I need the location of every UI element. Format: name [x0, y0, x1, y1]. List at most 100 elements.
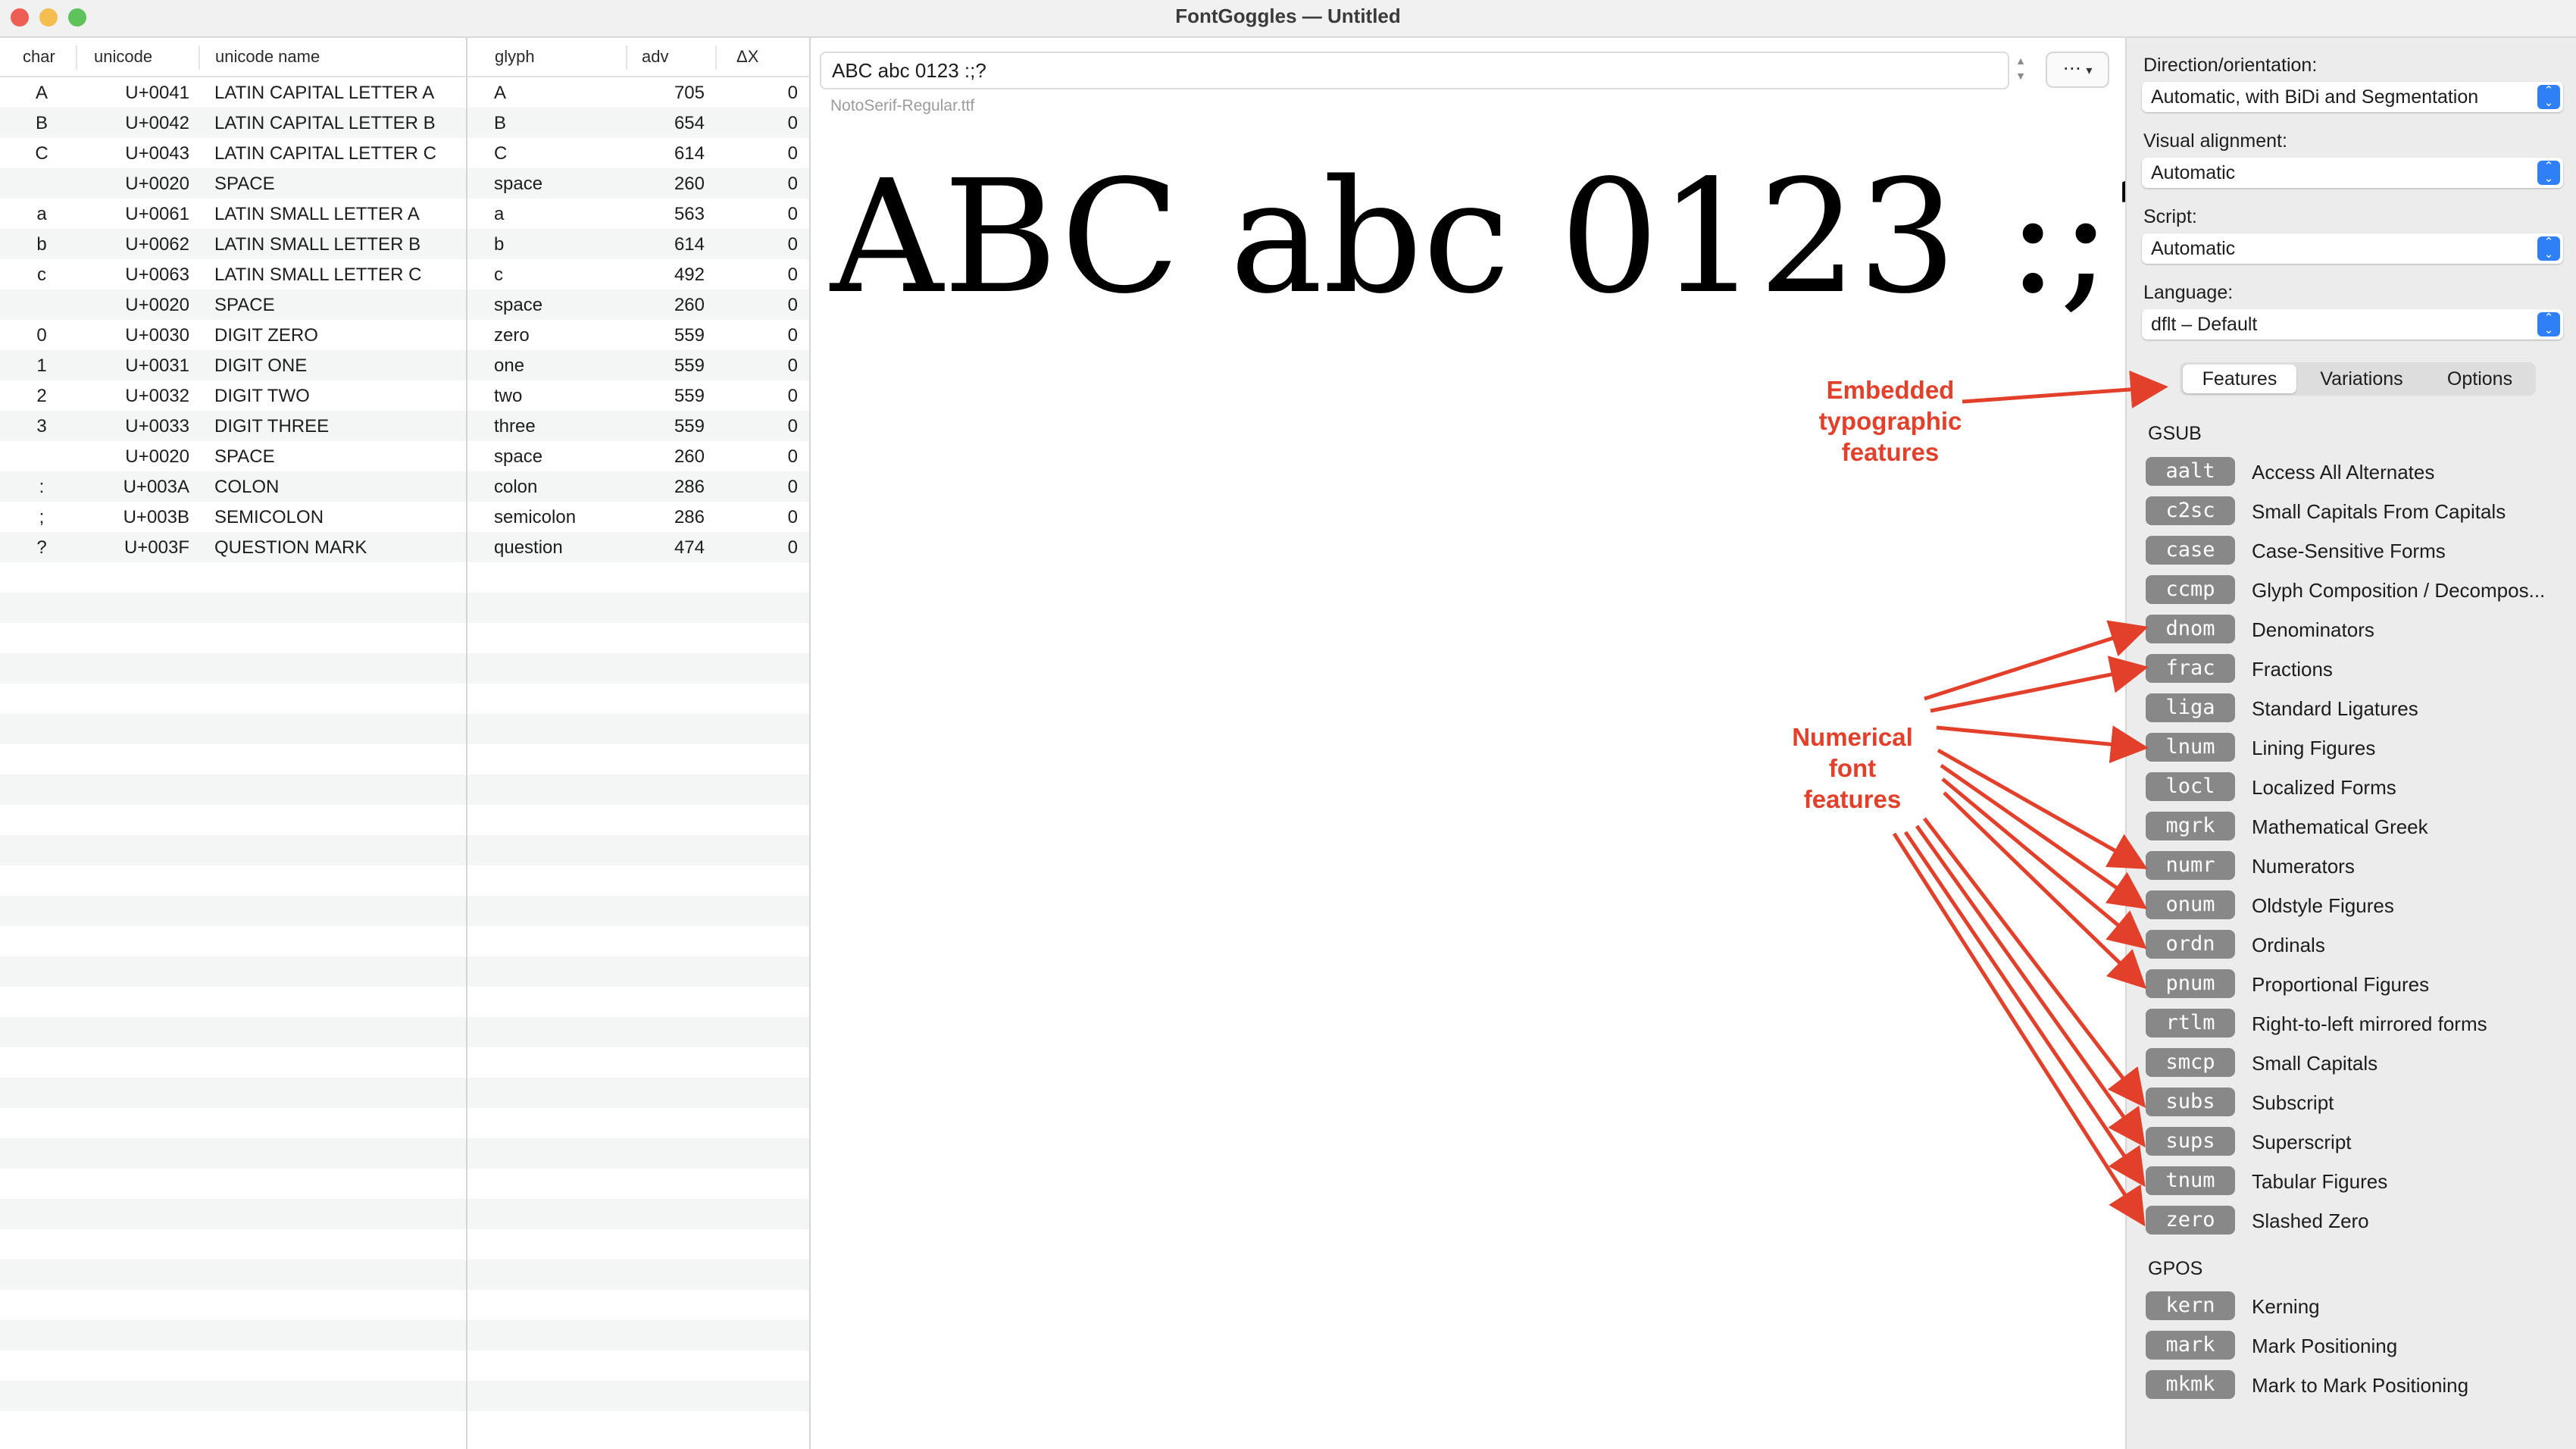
feature-item-kern[interactable]: kern Kerning — [2146, 1291, 2570, 1322]
feature-tag-button[interactable]: onum — [2146, 890, 2235, 919]
column-separator — [626, 45, 627, 70]
feature-item-liga[interactable]: liga Standard Ligatures — [2146, 693, 2570, 724]
feature-item-mark[interactable]: mark Mark Positioning — [2146, 1331, 2570, 1361]
dx-cell: 0 — [787, 113, 798, 133]
feature-tag-button[interactable]: lnum — [2146, 733, 2235, 762]
feature-tag-button[interactable]: frac — [2146, 654, 2235, 683]
feature-item-onum[interactable]: onum Oldstyle Figures — [2146, 890, 2570, 921]
rendered-text[interactable]: ABC abc 0123 :;? — [830, 159, 2196, 315]
feature-item-ccmp[interactable]: ccmp Glyph Composition / Decompos... — [2146, 575, 2570, 606]
stepper-up-icon[interactable]: ▲ — [2009, 53, 2032, 68]
feature-tag-button[interactable]: zero — [2146, 1206, 2235, 1235]
table-row[interactable]: B U+0042 LATIN CAPITAL LETTER B B 654 0 — [0, 108, 809, 138]
col-header-unicode-name[interactable]: unicode name — [215, 47, 320, 67]
col-header-unicode[interactable]: unicode — [94, 47, 152, 67]
feature-name: Case-Sensitive Forms — [2252, 540, 2446, 562]
table-row[interactable]: ? U+003F QUESTION MARK question 474 0 — [0, 532, 809, 562]
glyph-cell: colon — [494, 477, 538, 497]
feature-tag-button[interactable]: mgrk — [2146, 812, 2235, 840]
feature-tag-button[interactable]: aalt — [2146, 457, 2235, 486]
adv-cell: 492 — [674, 264, 705, 285]
feature-item-c2sc[interactable]: c2sc Small Capitals From Capitals — [2146, 496, 2570, 527]
feature-item-rtlm[interactable]: rtlm Right-to-left mirrored forms — [2146, 1009, 2570, 1039]
feature-item-mgrk[interactable]: mgrk Mathematical Greek — [2146, 812, 2570, 842]
table-row[interactable]: : U+003A COLON colon 286 0 — [0, 471, 809, 502]
table-row — [0, 653, 809, 684]
table-row — [0, 1229, 809, 1260]
table-row[interactable]: U+0020 SPACE space 260 0 — [0, 168, 809, 199]
table-row[interactable]: 0 U+0030 DIGIT ZERO zero 559 0 — [0, 320, 809, 350]
feature-tag-button[interactable]: case — [2146, 536, 2235, 565]
feature-tag-button[interactable]: subs — [2146, 1088, 2235, 1116]
feature-name: Localized Forms — [2252, 776, 2396, 799]
col-header-dx[interactable]: ΔX — [736, 47, 758, 67]
text-stepper[interactable]: ▲ ▼ — [2009, 53, 2032, 88]
feature-tag-button[interactable]: c2sc — [2146, 496, 2235, 525]
script-select[interactable]: Automatic ⌃ ⌄ — [2142, 233, 2563, 264]
table-row[interactable]: A U+0041 LATIN CAPITAL LETTER A A 705 0 — [0, 77, 809, 108]
feature-item-smcp[interactable]: smcp Small Capitals — [2146, 1048, 2570, 1078]
feature-tag-button[interactable]: numr — [2146, 851, 2235, 880]
feature-tag-button[interactable]: locl — [2146, 772, 2235, 801]
char-cell: : — [39, 477, 45, 497]
more-options-button[interactable]: ⋯ ▾ — [2046, 52, 2109, 88]
feature-item-case[interactable]: case Case-Sensitive Forms — [2146, 536, 2570, 566]
col-header-adv[interactable]: adv — [642, 47, 668, 67]
feature-tag-button[interactable]: pnum — [2146, 969, 2235, 998]
stepper-down-icon[interactable]: ▼ — [2009, 68, 2032, 83]
table-row[interactable]: 2 U+0032 DIGIT TWO two 559 0 — [0, 380, 809, 411]
feature-item-zero[interactable]: zero Slashed Zero — [2146, 1206, 2570, 1236]
table-row[interactable]: b U+0062 LATIN SMALL LETTER B b 614 0 — [0, 229, 809, 259]
language-select[interactable]: dflt – Default ⌃ ⌄ — [2142, 309, 2563, 340]
table-row[interactable]: c U+0063 LATIN SMALL LETTER C c 492 0 — [0, 259, 809, 289]
char-cell: 0 — [36, 325, 47, 346]
feature-item-mkmk[interactable]: mkmk Mark to Mark Positioning — [2146, 1370, 2570, 1400]
feature-tag-button[interactable]: tnum — [2146, 1166, 2235, 1195]
table-row[interactable]: ; U+003B SEMICOLON semicolon 286 0 — [0, 502, 809, 532]
sample-text-input[interactable]: ABC abc 0123 :;? — [820, 52, 2009, 89]
tab-features[interactable]: Features — [2183, 365, 2296, 393]
feature-item-ordn[interactable]: ordn Ordinals — [2146, 930, 2570, 960]
feature-tag-button[interactable]: dnom — [2146, 615, 2235, 643]
direction-select[interactable]: Automatic, with BiDi and Segmentation ⌃ ⌄ — [2142, 82, 2563, 112]
table-row[interactable]: 1 U+0031 DIGIT ONE one 559 0 — [0, 350, 809, 380]
table-row[interactable]: U+0020 SPACE space 260 0 — [0, 441, 809, 471]
font-file-name[interactable]: NotoSerif-Regular.ttf — [830, 97, 974, 115]
feature-tag-button[interactable]: sups — [2146, 1127, 2235, 1156]
tab-variations[interactable]: Variations — [2301, 365, 2422, 393]
feature-tag-button[interactable]: rtlm — [2146, 1009, 2235, 1037]
feature-tag-button[interactable]: mkmk — [2146, 1370, 2235, 1399]
feature-item-lnum[interactable]: lnum Lining Figures — [2146, 733, 2570, 763]
pane-divider[interactable] — [466, 38, 467, 1449]
unicode-cell: U+0020 — [125, 295, 189, 315]
table-row[interactable]: C U+0043 LATIN CAPITAL LETTER C C 614 0 — [0, 138, 809, 168]
table-row[interactable]: U+0020 SPACE space 260 0 — [0, 289, 809, 320]
tab-options[interactable]: Options — [2427, 365, 2533, 393]
unicode-cell: U+0030 — [125, 325, 189, 346]
feature-tag-button[interactable]: ordn — [2146, 930, 2235, 959]
col-header-char[interactable]: char — [23, 47, 55, 67]
dx-cell: 0 — [787, 264, 798, 285]
alignment-select[interactable]: Automatic ⌃ ⌄ — [2142, 158, 2563, 188]
feature-item-numr[interactable]: numr Numerators — [2146, 851, 2570, 881]
table-row[interactable]: 3 U+0033 DIGIT THREE three 559 0 — [0, 411, 809, 441]
updown-chevron-icon: ⌃ ⌄ — [2537, 236, 2560, 261]
feature-tag-button[interactable]: kern — [2146, 1291, 2235, 1320]
feature-item-subs[interactable]: subs Subscript — [2146, 1088, 2570, 1118]
feature-tag-button[interactable]: mark — [2146, 1331, 2235, 1360]
col-header-glyph[interactable]: glyph — [495, 47, 535, 67]
feature-tag-button[interactable]: liga — [2146, 693, 2235, 722]
feature-item-dnom[interactable]: dnom Denominators — [2146, 615, 2570, 645]
feature-item-frac[interactable]: frac Fractions — [2146, 654, 2570, 684]
feature-item-tnum[interactable]: tnum Tabular Figures — [2146, 1166, 2570, 1197]
feature-item-aalt[interactable]: aalt Access All Alternates — [2146, 457, 2570, 487]
feature-tag-button[interactable]: smcp — [2146, 1048, 2235, 1077]
feature-tag-button[interactable]: ccmp — [2146, 575, 2235, 604]
table-row[interactable]: a U+0061 LATIN SMALL LETTER A a 563 0 — [0, 199, 809, 229]
language-label: Language: — [2143, 282, 2234, 303]
script-label: Script: — [2143, 206, 2197, 227]
language-value: dflt – Default — [2151, 314, 2258, 335]
feature-item-locl[interactable]: locl Localized Forms — [2146, 772, 2570, 803]
feature-item-sups[interactable]: sups Superscript — [2146, 1127, 2570, 1157]
feature-item-pnum[interactable]: pnum Proportional Figures — [2146, 969, 2570, 1000]
